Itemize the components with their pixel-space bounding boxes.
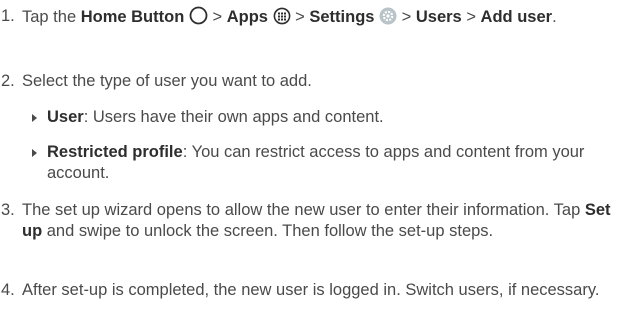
step-3: 3. The set up wizard opens to allow the …	[0, 200, 622, 242]
step-2: 2. Select the type of user you want to a…	[0, 71, 622, 92]
step-1-text: Tap the Home Button > Apps > Settings > …	[22, 6, 622, 31]
step-4: 4. After set-up is completed, the new us…	[0, 280, 622, 301]
step-1: 1. Tap the Home Button > Apps > Settings…	[0, 6, 622, 31]
user-type-option: User: Users have their own apps and cont…	[32, 107, 622, 128]
step-number: 2.	[1, 72, 15, 90]
option-label: Restricted profile	[47, 143, 183, 161]
bullet-arrow-icon	[32, 149, 37, 157]
circle-outline-icon	[189, 6, 208, 31]
instructions-page: 1. Tap the Home Button > Apps > Settings…	[0, 0, 634, 325]
step-number: 4.	[1, 281, 15, 299]
step-number: 1.	[1, 7, 15, 25]
restricted-profile-option: Restricted profile: You can restrict acc…	[32, 142, 622, 184]
option-label: User	[47, 108, 84, 126]
gear-icon	[379, 7, 397, 31]
apps-grid-icon	[273, 7, 291, 31]
step-2-text: Select the type of user you want to add.	[22, 72, 312, 90]
home-button-label: Home Button	[80, 8, 185, 26]
settings-label: Settings	[309, 8, 375, 26]
step-4-text: After set-up is completed, the new user …	[22, 281, 600, 299]
step-3-text: The set up wizard opens to allow the new…	[22, 201, 611, 240]
option-description: : Users have their own apps and content.	[83, 108, 384, 126]
apps-label: Apps	[226, 8, 268, 26]
step-number: 3.	[1, 201, 15, 219]
users-label: Users	[415, 8, 462, 26]
add-user-label: Add user	[480, 8, 553, 26]
bullet-arrow-icon	[32, 114, 37, 122]
